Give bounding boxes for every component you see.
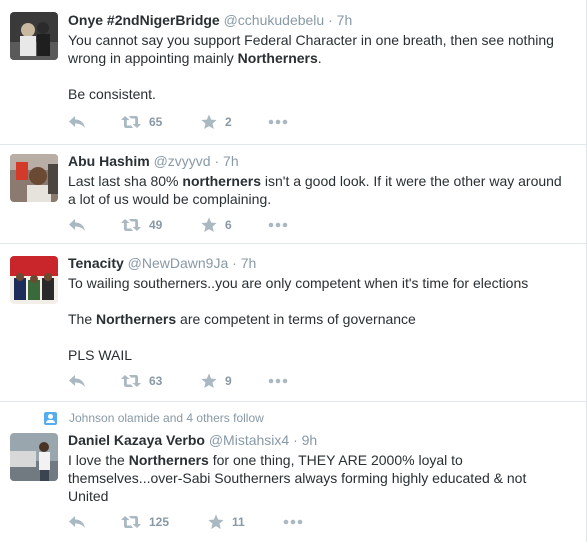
tweet-text-line: themselves...over-Sabi Southerners alway… xyxy=(68,470,527,486)
tweet-text: You cannot say you support Federal Chara… xyxy=(68,31,576,103)
tweet-item[interactable]: Abu Hashim @zvyyvd · 7h Last last sha 80… xyxy=(0,145,586,244)
social-context[interactable]: Johnson olamide and 4 others follow xyxy=(44,410,264,426)
retweet-button[interactable]: 125 xyxy=(121,512,169,532)
keyword-highlight: Northerners xyxy=(237,50,318,66)
favorite-count: 2 xyxy=(225,115,232,129)
avatar[interactable] xyxy=(10,433,58,481)
star-icon xyxy=(201,217,217,232)
tweet-fullname[interactable]: Abu Hashim xyxy=(68,153,150,169)
person-follow-icon xyxy=(44,411,57,425)
retweet-count: 49 xyxy=(149,218,163,232)
tweet-timestamp[interactable]: 7h xyxy=(337,12,353,28)
tweet-text-line xyxy=(68,67,576,85)
favorite-button[interactable]: 9 xyxy=(201,371,232,391)
more-dots-icon xyxy=(283,519,303,525)
tweet-text: I love the Northerners for one thing, TH… xyxy=(68,451,576,505)
tweet-header: Abu Hashim @zvyyvd · 7h xyxy=(68,152,576,170)
tweet-header: Daniel Kazaya Verbo @Mistahsix4 · 9h xyxy=(68,431,576,449)
tweet-separator: · xyxy=(232,255,237,271)
more-dots-icon xyxy=(268,222,288,228)
avatar[interactable] xyxy=(10,256,58,304)
tweet-header: Tenacity @NewDawn9Ja · 7h xyxy=(68,254,576,272)
star-icon xyxy=(201,114,217,129)
tweet-item[interactable]: Onye #2ndNigerBridge @cchukudebelu · 7h … xyxy=(0,0,586,145)
tweet-text-line: I love the Northerners for one thing, TH… xyxy=(68,452,463,468)
tweet-text: To wailing southerners..you are only com… xyxy=(68,274,576,364)
favorite-button[interactable]: 11 xyxy=(208,512,245,532)
retweet-count: 125 xyxy=(149,515,170,529)
tweet-separator: · xyxy=(293,432,298,448)
tweet-item[interactable]: Johnson olamide and 4 others follow Dani… xyxy=(0,402,586,542)
reply-button[interactable] xyxy=(68,112,86,132)
tweet-text-line: You cannot say you support Federal Chara… xyxy=(68,32,554,48)
avatar[interactable] xyxy=(10,12,58,60)
tweet-username[interactable]: @cchukudebelu xyxy=(224,12,325,28)
reply-button[interactable] xyxy=(68,215,86,235)
reply-icon xyxy=(69,516,85,528)
tweet-text-line: United xyxy=(68,488,109,504)
more-dots-icon xyxy=(268,378,288,384)
tweet-timestamp[interactable]: 7h xyxy=(241,255,257,271)
favorite-count: 9 xyxy=(225,374,232,388)
tweet-text-line: Last last sha 80% northerners isn't a go… xyxy=(68,173,562,189)
retweet-button[interactable]: 65 xyxy=(121,112,162,132)
tweet-text-line: The Northerners are competent in terms o… xyxy=(68,311,416,327)
social-context-text: Johnson olamide and 4 others follow xyxy=(69,411,264,425)
retweet-icon xyxy=(121,516,141,528)
tweet-username[interactable]: @NewDawn9Ja xyxy=(128,255,229,271)
reply-icon xyxy=(69,219,85,231)
avatar[interactable] xyxy=(10,154,58,202)
retweet-icon xyxy=(121,219,141,231)
tweet-fullname[interactable]: Onye #2ndNigerBridge xyxy=(68,12,220,28)
tweet-text-line: PLS WAIL xyxy=(68,347,133,363)
tweet-text-line: a lot of us would be complaining. xyxy=(68,191,272,207)
reply-button[interactable] xyxy=(68,371,86,391)
keyword-highlight: Northerners xyxy=(128,452,209,468)
more-button[interactable] xyxy=(268,371,288,391)
tweet-separator: · xyxy=(328,12,333,28)
star-icon xyxy=(201,373,217,388)
more-button[interactable] xyxy=(283,512,303,532)
retweet-button[interactable]: 63 xyxy=(121,371,162,391)
tweet-timestamp[interactable]: 9h xyxy=(302,432,318,448)
retweet-count: 63 xyxy=(149,374,163,388)
favorite-count: 6 xyxy=(225,218,232,232)
reply-button[interactable] xyxy=(68,512,86,532)
timeline: Onye #2ndNigerBridge @cchukudebelu · 7h … xyxy=(0,0,587,542)
favorite-button[interactable]: 6 xyxy=(201,215,232,235)
tweet-timestamp[interactable]: 7h xyxy=(223,153,239,169)
tweet-text-line: wrong in appointing mainly Northerners. xyxy=(68,50,322,66)
tweet-text-line: To wailing southerners..you are only com… xyxy=(68,275,529,291)
reply-icon xyxy=(69,375,85,387)
favorite-button[interactable]: 2 xyxy=(201,112,232,132)
reply-icon xyxy=(69,116,85,128)
favorite-count: 11 xyxy=(232,515,245,529)
tweet-item[interactable]: Tenacity @NewDawn9Ja · 7h To wailing sou… xyxy=(0,244,586,402)
tweet-username[interactable]: @zvyyvd xyxy=(154,153,211,169)
tweet-fullname[interactable]: Daniel Kazaya Verbo xyxy=(68,432,205,448)
tweet-separator: · xyxy=(214,153,220,169)
keyword-highlight: Northerners xyxy=(96,311,177,327)
more-dots-icon xyxy=(268,119,288,125)
tweet-text-line: Be consistent. xyxy=(68,86,156,102)
more-button[interactable] xyxy=(268,112,288,132)
retweet-icon xyxy=(121,116,141,128)
tweet-text: Last last sha 80% northerners isn't a go… xyxy=(68,172,576,208)
retweet-button[interactable]: 49 xyxy=(121,215,162,235)
tweet-header: Onye #2ndNigerBridge @cchukudebelu · 7h xyxy=(68,11,576,29)
tweet-username[interactable]: @Mistahsix4 xyxy=(209,432,289,448)
more-button[interactable] xyxy=(268,215,288,235)
retweet-count: 65 xyxy=(149,115,163,129)
star-icon xyxy=(208,514,224,529)
retweet-icon xyxy=(121,375,141,387)
tweet-text-line xyxy=(68,328,576,346)
tweet-text-line xyxy=(68,292,576,310)
tweet-fullname[interactable]: Tenacity xyxy=(68,255,124,271)
keyword-highlight: northerners xyxy=(182,173,261,189)
